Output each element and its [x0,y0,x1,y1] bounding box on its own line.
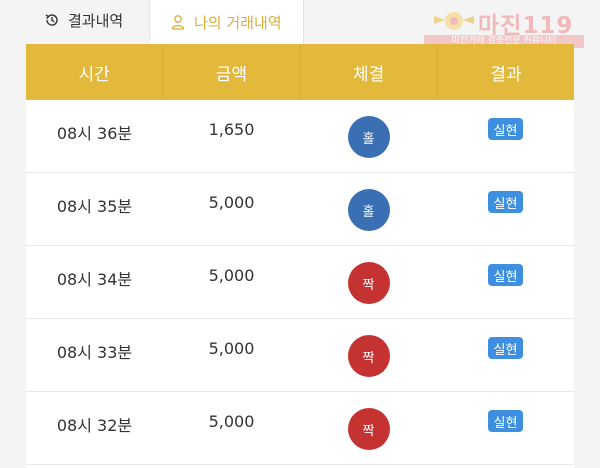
amount-cell: 5,000 [208,193,255,212]
result-badge: 실현 [487,191,524,213]
table-row: 08시 35분 5,000 홀 실현 [26,173,574,246]
tab-my-trades-label: 나의 거래내역 [194,13,282,32]
result-badge: 실현 [487,337,524,359]
result-cell: 실현 [437,392,574,464]
result-cell: 실현 [437,319,574,391]
table-row: 08시 34분 5,000 짝 실현 [26,246,574,319]
result-cell: 실현 [437,173,574,245]
result-cell: 실현 [437,100,574,172]
fill-cell: 짝 [300,392,437,464]
time-cell: 08시 33분 [56,343,133,362]
fill-badge: 홀 [347,189,390,231]
header-fill: 체결 [301,44,438,100]
header-result: 결과 [490,64,522,85]
history-icon [45,14,58,26]
fill-cell: 짝 [300,246,437,318]
fill-cell: 홀 [300,173,437,245]
time-cell: 08시 36분 [56,124,133,143]
time-cell: 08시 34분 [56,270,133,289]
user-icon [171,15,185,30]
amount-cell: 5,000 [208,266,255,285]
fill-cell: 짝 [300,319,437,391]
header-time: 시간 [26,44,164,100]
amount-cell: 5,000 [208,412,255,431]
fill-badge: 짝 [347,408,390,450]
table-header: 시간 금액 체결 결과 [26,44,574,100]
result-cell: 실현 [437,246,574,318]
fill-badge: 짝 [347,262,390,304]
result-badge: 실현 [487,118,524,140]
fill-badge: 홀 [347,116,390,158]
fill-cell: 홀 [300,100,437,172]
trade-table: 시간 금액 체결 결과 08시 36분 1,650 홀 실현 08시 35분 5… [26,44,574,468]
tab-result-history[interactable]: 결과내역 [20,0,150,40]
tab-my-trades[interactable]: 나의 거래내역 [150,0,304,44]
table-row: 08시 32분 5,000 짝 실현 [26,392,574,465]
header-amount: 금액 [163,44,301,100]
time-cell: 08시 35분 [56,197,133,216]
fill-badge: 짝 [347,335,390,377]
table-row: 08시 36분 1,650 홀 실현 [26,100,574,173]
amount-cell: 5,000 [208,339,255,358]
tab-bar: 결과내역 나의 거래내역 [20,0,304,44]
tab-result-history-label: 결과내역 [68,11,124,30]
result-badge: 실현 [487,410,524,432]
table-row: 08시 33분 5,000 짝 실현 [26,319,574,392]
result-badge: 실현 [487,264,524,286]
amount-cell: 1,650 [208,120,255,139]
time-cell: 08시 32분 [56,416,133,435]
wings-logo-icon [434,12,474,30]
